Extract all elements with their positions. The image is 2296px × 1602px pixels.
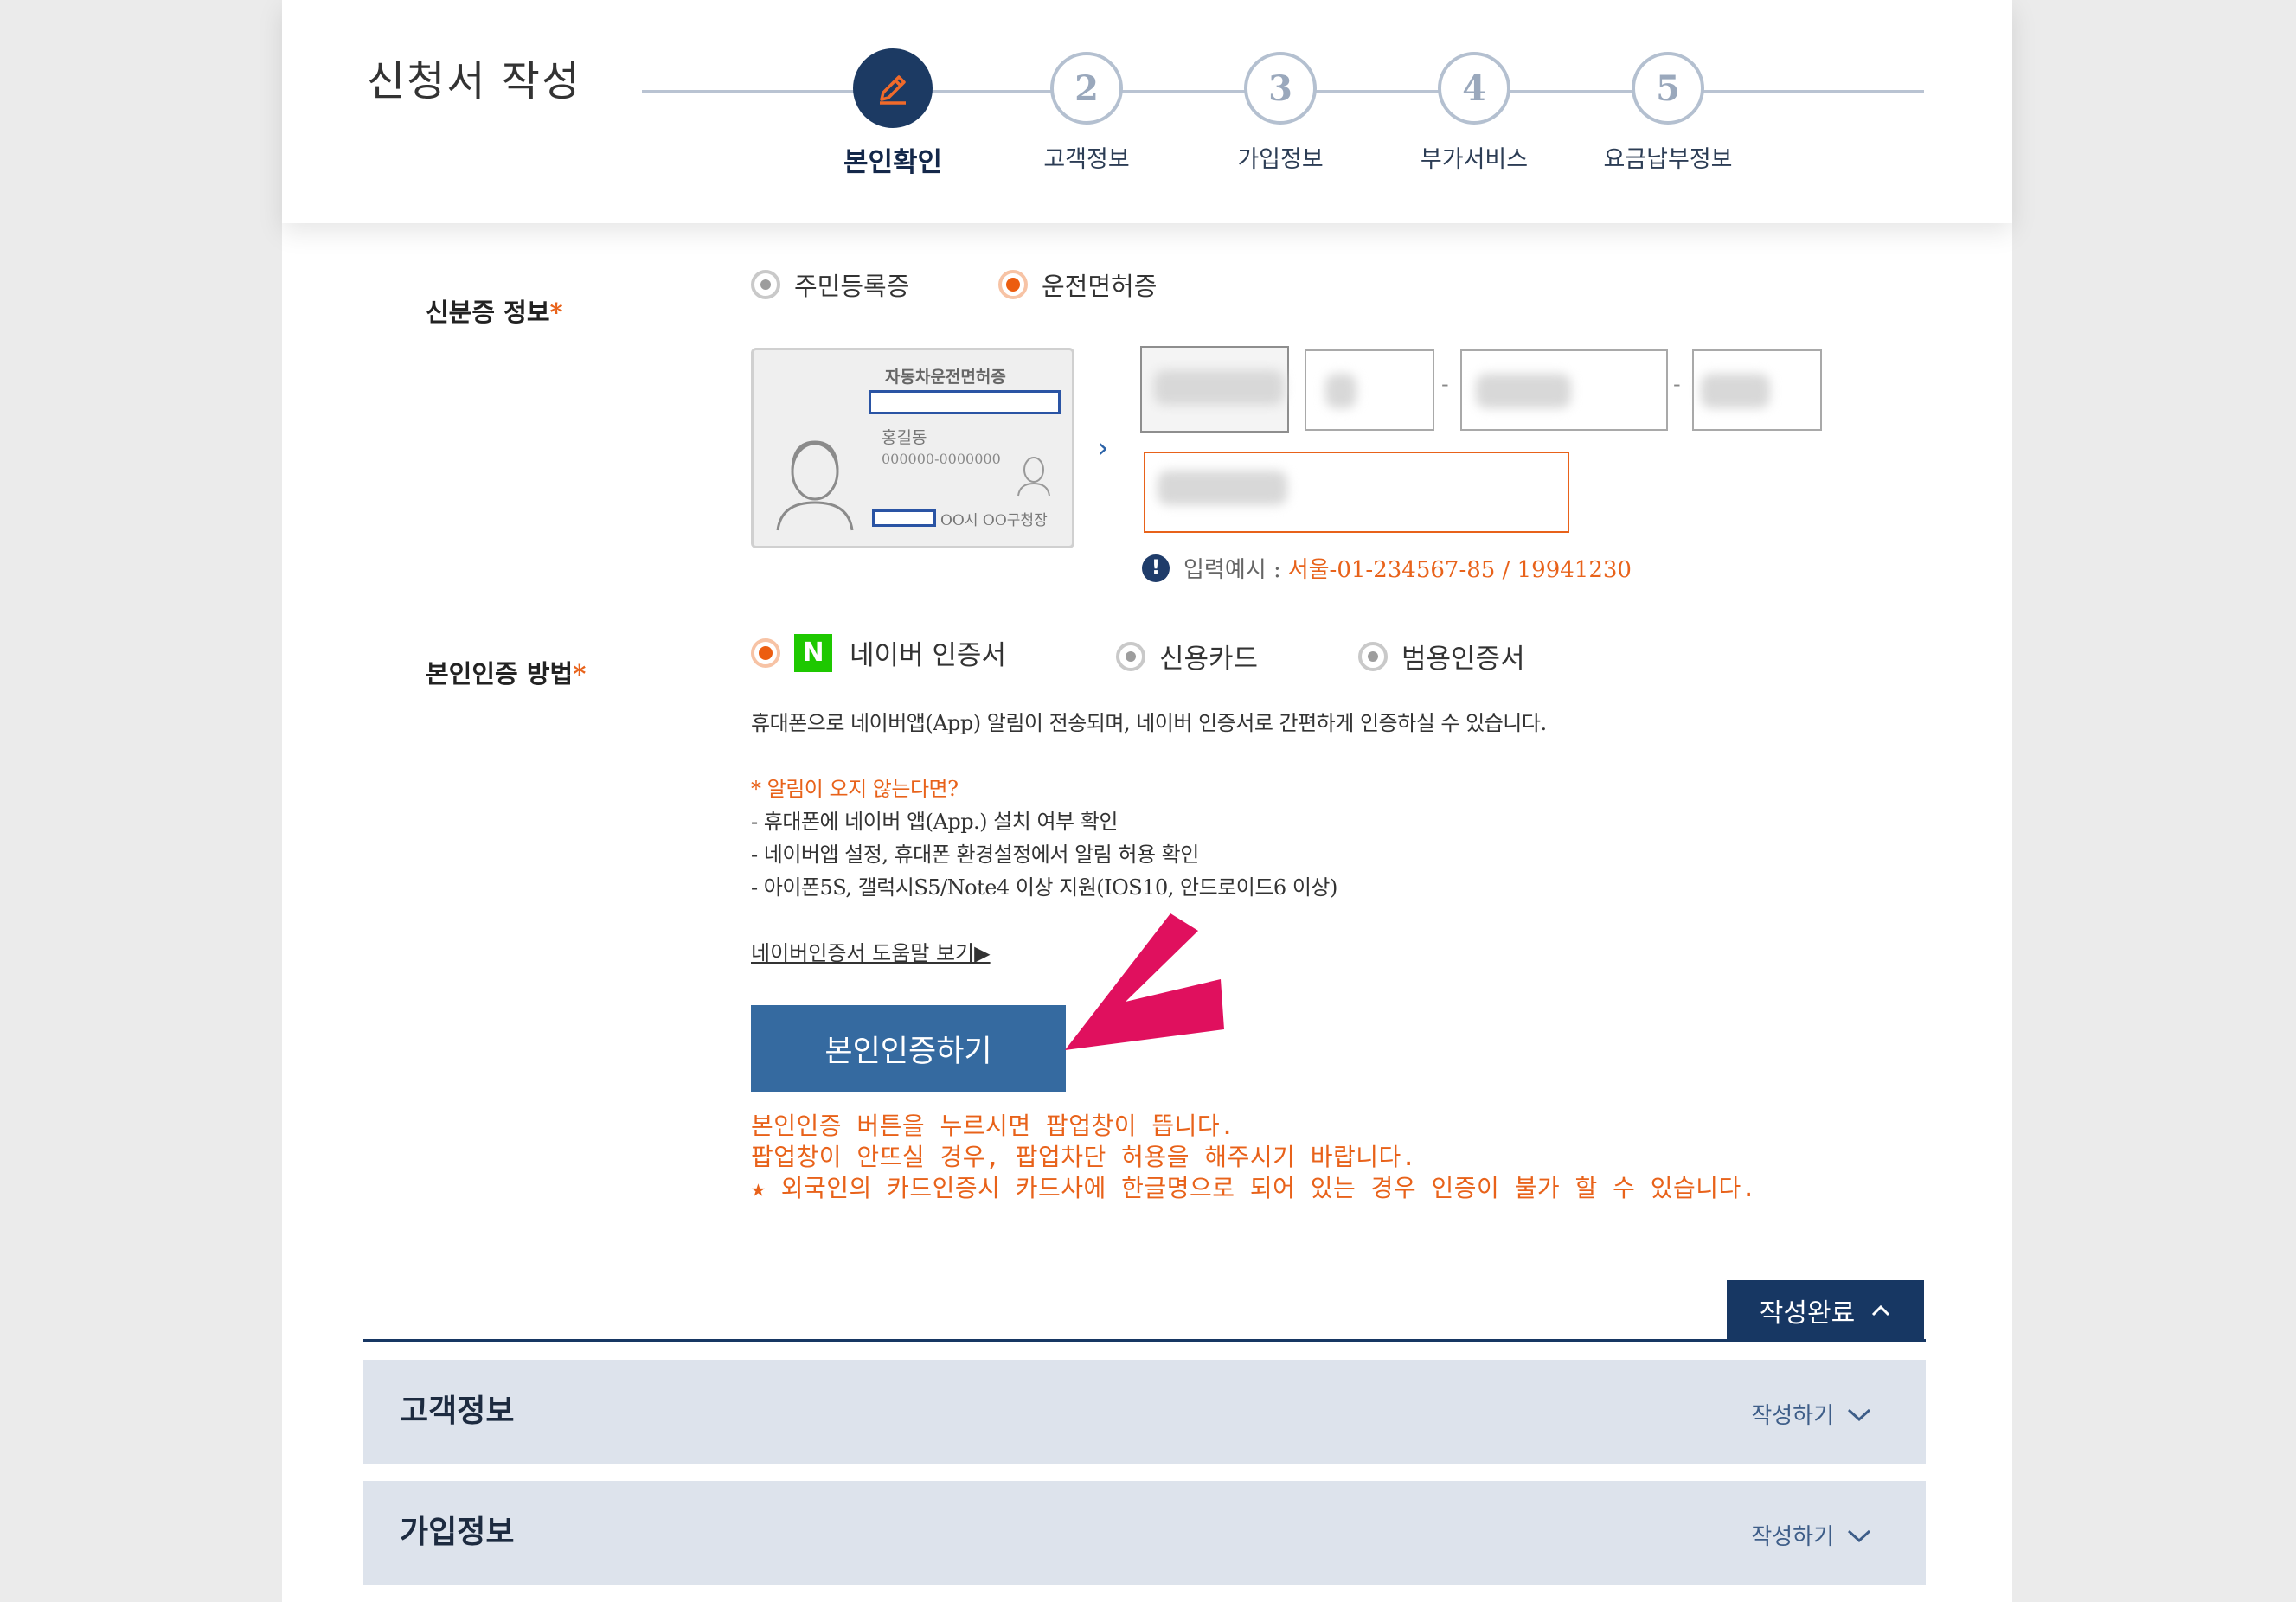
license-region-field[interactable] [1140, 346, 1289, 433]
complete-button[interactable]: 작성완료 [1727, 1280, 1924, 1341]
section-title: 가입정보 [400, 1514, 515, 1550]
notice-item: - 네이버앱 설정, 휴대폰 환경설정에서 알림 허용 확인 [751, 843, 1199, 867]
step-3[interactable]: 3 가입정보 [1177, 52, 1384, 174]
radio-driver-license[interactable]: 운전면허증 [998, 266, 1157, 303]
person-photo-icon [776, 440, 854, 531]
page-title: 신청서 작성 [367, 57, 582, 106]
step-label: 본인확인 [843, 147, 943, 178]
step-1[interactable]: 본인확인 [789, 48, 997, 179]
chevron-down-icon [1847, 1529, 1871, 1542]
step-5[interactable]: 5 요금납부정보 [1564, 52, 1772, 174]
step-number: 3 [1244, 52, 1317, 125]
card-title: 자동차운전면허증 [885, 368, 1006, 387]
chevron-down-icon [1847, 1408, 1871, 1421]
radio-label: 범용인증서 [1401, 644, 1525, 675]
id-card-illustration: 자동차운전면허증 홍길동 000000-0000000 OO시 OO구청장 [751, 348, 1074, 548]
write-label: 작성하기 [1751, 1403, 1834, 1429]
card-highlight-box [872, 509, 936, 527]
chevron-right-icon: › [1097, 431, 1109, 465]
radio-label: 운전면허증 [1042, 272, 1158, 301]
section-title: 고객정보 [400, 1393, 515, 1429]
radio-label: 신용카드 [1159, 644, 1259, 675]
license-number-field-1[interactable] [1305, 349, 1434, 431]
birthdate-field[interactable] [1144, 452, 1569, 533]
section-write-toggle[interactable]: 작성하기 [1751, 1398, 1872, 1430]
card-highlight-box [869, 390, 1061, 414]
person-mini-icon [1017, 457, 1050, 497]
identity-verify-button[interactable]: 본인인증하기 [751, 1005, 1066, 1092]
radio-button[interactable] [1358, 641, 1388, 671]
popup-notice: 본인인증 버튼을 누르시면 팝업창이 뜹니다. [751, 1112, 1235, 1140]
separator: - [1441, 372, 1449, 396]
section-customer-info[interactable]: 고객정보 작성하기 [363, 1360, 1926, 1464]
step-4[interactable]: 4 부가서비스 [1370, 52, 1578, 174]
notice-title: * 알림이 오지 않는다면? [751, 777, 959, 801]
radio-button[interactable] [751, 270, 780, 299]
radio-button[interactable] [751, 638, 780, 668]
pointer-arrow-icon [1065, 913, 1224, 1050]
separator: - [1673, 372, 1681, 396]
step-number: 5 [1632, 52, 1704, 125]
card-issuer: OO시 OO구청장 [940, 512, 1048, 529]
required-mark: * [549, 298, 563, 327]
step-number: 4 [1438, 52, 1510, 125]
naver-help-link[interactable]: 네이버인증서 도움말 보기▶ [751, 936, 991, 966]
step-label: 고객정보 [1043, 146, 1130, 173]
popup-notice: 팝업창이 안뜨실 경우, 팝업차단 허용을 해주시기 바랍니다. [751, 1143, 1417, 1171]
step-number: 2 [1050, 52, 1123, 125]
id-info-label: 신분증 정보* [426, 298, 563, 327]
radio-button[interactable] [1116, 641, 1145, 671]
chevron-up-icon [1872, 1304, 1890, 1317]
exclamation-icon: ! [1142, 554, 1170, 582]
radio-credit-card[interactable]: 신용카드 [1116, 637, 1258, 676]
naver-logo-icon: N [794, 633, 832, 672]
radio-naver-certificate[interactable]: N 네이버 인증서 [751, 633, 1006, 672]
hint-example: 서울-01-234567-85 / 19941230 [1287, 557, 1632, 583]
input-example-hint: ! 입력예시 : 서울-01-234567-85 / 19941230 [1142, 552, 1632, 584]
radio-label: 네이버 인증서 [850, 640, 1006, 671]
radio-button[interactable] [998, 270, 1028, 299]
radio-resident-card[interactable]: 주민등록증 [751, 266, 909, 303]
notice-item: - 휴대폰에 네이버 앱(App.) 설치 여부 확인 [751, 810, 1118, 834]
notice-item: - 아이폰5S, 갤럭시S5/Note4 이상 지원(IOS10, 안드로이드6… [751, 875, 1337, 900]
auth-method-label: 본인인증 방법* [426, 659, 587, 689]
auth-description: 휴대폰으로 네이버앱(App) 알림이 전송되며, 네이버 인증서로 간편하게 … [751, 711, 1547, 735]
header: 신청서 작성 본인확인 2 고객정보 3 가입정보 4 부가서비스 5 요금납부… [282, 0, 2012, 223]
section-write-toggle[interactable]: 작성하기 [1751, 1519, 1872, 1551]
license-number-field-2[interactable] [1460, 349, 1668, 431]
step-label: 요금납부정보 [1603, 146, 1733, 173]
required-mark: * [573, 659, 587, 689]
complete-button-label: 작성완료 [1759, 1298, 1856, 1329]
radio-public-certificate[interactable]: 범용인증서 [1358, 637, 1525, 676]
card-name: 홍길동 [882, 428, 927, 447]
step-2[interactable]: 2 고객정보 [983, 52, 1190, 174]
section-divider [363, 1339, 1926, 1342]
pencil-icon [853, 48, 933, 128]
hint-prefix: 입력예시 : [1183, 557, 1281, 583]
radio-label: 주민등록증 [794, 272, 910, 301]
card-number: 000000-0000000 [882, 451, 1001, 467]
step-label: 가입정보 [1237, 146, 1324, 173]
license-number-field-3[interactable] [1692, 349, 1822, 431]
step-label: 부가서비스 [1420, 146, 1529, 173]
foreigner-notice: ★ 외국인의 카드인증시 카드사에 한글명으로 되어 있는 경우 인증이 불가 … [751, 1174, 1757, 1202]
write-label: 작성하기 [1751, 1524, 1834, 1550]
section-subscription-info[interactable]: 가입정보 작성하기 [363, 1481, 1926, 1585]
